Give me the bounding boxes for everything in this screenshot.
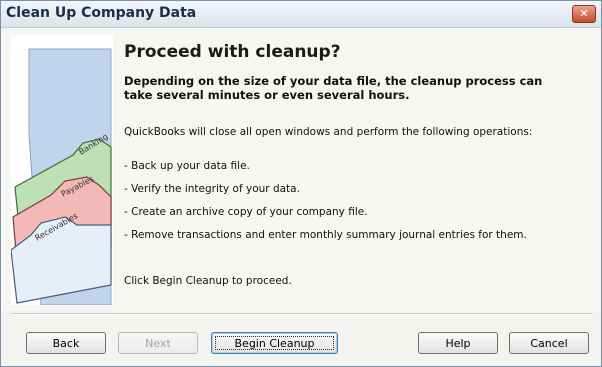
file-folders-illustration: Banking Payables Receivables xyxy=(11,35,113,305)
close-icon: ✕ xyxy=(579,7,589,20)
close-button[interactable]: ✕ xyxy=(572,5,596,23)
operation-item: - Verify the integrity of your data. xyxy=(124,183,300,195)
button-separator xyxy=(11,313,593,315)
operations-intro: QuickBooks will close all open windows a… xyxy=(124,126,533,138)
window-title: Clean Up Company Data xyxy=(6,5,197,21)
cleanup-dialog: Clean Up Company Data ✕ Banking Payables… xyxy=(0,0,602,367)
duration-warning: Depending on the size of your data file,… xyxy=(124,74,543,102)
folders-graphic: Banking Payables Receivables xyxy=(11,35,113,305)
help-button[interactable]: Help xyxy=(418,332,498,354)
back-button[interactable]: Back xyxy=(26,332,106,354)
focus-rectangle xyxy=(215,336,334,350)
next-button[interactable]: Next xyxy=(118,332,198,354)
operation-item: - Back up your data file. xyxy=(124,160,250,172)
cancel-button[interactable]: Cancel xyxy=(509,332,589,354)
operation-item: - Remove transactions and enter monthly … xyxy=(124,229,527,241)
proceed-instruction: Click Begin Cleanup to proceed. xyxy=(124,275,292,287)
begin-cleanup-button[interactable]: Begin Cleanup xyxy=(211,332,338,354)
page-title: Proceed with cleanup? xyxy=(124,42,341,62)
dialog-content: Banking Payables Receivables Proceed wit… xyxy=(1,28,601,311)
operation-item: - Create an archive copy of your company… xyxy=(124,206,368,218)
title-bar: Clean Up Company Data ✕ xyxy=(1,1,601,28)
